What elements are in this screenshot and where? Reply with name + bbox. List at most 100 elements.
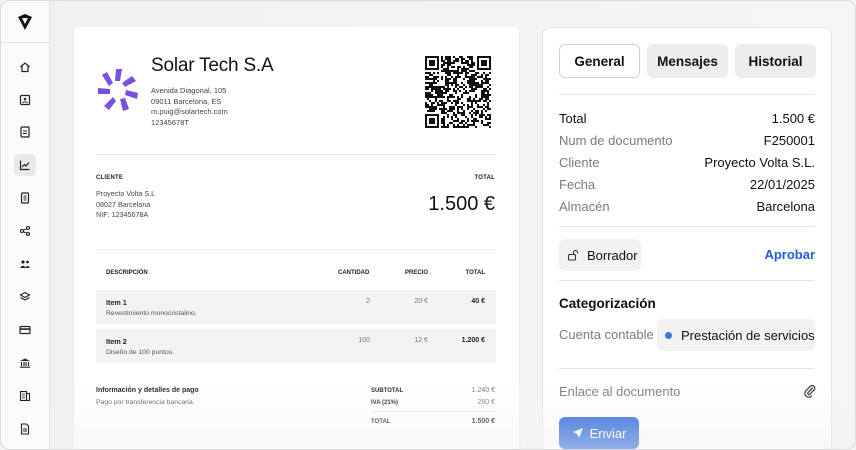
item-description: Diseño de 100 puntos. — [106, 349, 175, 356]
sidebar-item-invoices[interactable] — [14, 121, 36, 143]
company-logo — [98, 69, 138, 111]
company-address: Avenida Diagonal, 105 09011 Barcelona, E… — [151, 86, 228, 128]
payment-description: Pago por transferencia bancaria. — [96, 399, 195, 406]
detail-label: Total — [559, 111, 587, 126]
item-description: Revestimiento monocristalino. — [106, 310, 197, 317]
sidebar-item-contacts[interactable] — [14, 89, 36, 111]
invoice-preview: Solar Tech S.A Avenida Diagonal, 105 090… — [74, 27, 519, 449]
column-quantity: CANTIDAD — [338, 270, 370, 276]
company-name: Solar Tech S.A — [151, 55, 274, 76]
diamond-logo-icon[interactable] — [15, 12, 35, 32]
item-total: 1.200 € — [461, 337, 485, 344]
file-icon — [20, 423, 30, 435]
tab-historial[interactable]: Historial — [735, 44, 816, 78]
status-label: Borrador — [587, 247, 638, 263]
unlock-icon — [567, 249, 579, 261]
company-email: m.puig@solartech.com — [151, 107, 228, 116]
tax-label: IVA (21%) — [371, 400, 399, 406]
sidebar-divider — [1, 42, 50, 43]
tab-mensajes[interactable]: Mensajes — [647, 44, 728, 78]
sidebar-item-accounting[interactable] — [14, 385, 36, 407]
send-icon — [572, 428, 583, 438]
client-name: Proyecto Volta S.L — [96, 189, 156, 198]
sidebar-item-home[interactable] — [14, 56, 36, 78]
divider — [371, 411, 496, 412]
detail-value: 22/01/2025 — [749, 177, 815, 192]
sidebar-item-integrations[interactable] — [14, 220, 36, 242]
document-details-panel: General Mensajes Historial Total 1.500 €… — [542, 27, 832, 449]
sidebar-item-analytics[interactable] — [14, 154, 36, 176]
subtotal-label: SUBTOTAL — [371, 388, 404, 394]
contact-card-icon — [19, 94, 31, 106]
detail-label: Fecha — [559, 177, 596, 192]
payment-title: Información y detalles de pago — [96, 387, 199, 394]
categorization-title: Categorización — [559, 296, 656, 311]
sidebar — [1, 1, 50, 449]
detail-value: Barcelona — [756, 199, 815, 214]
client-city: 08027 Barcelona — [96, 199, 151, 209]
share-nodes-icon — [19, 225, 31, 237]
item-total: 40 € — [471, 298, 485, 305]
detail-value: F250001 — [763, 133, 815, 148]
detail-value: Proyecto Volta S.L. — [704, 155, 815, 170]
table-row — [96, 290, 496, 324]
column-price: PRECIO — [405, 270, 429, 276]
report-icon — [20, 192, 30, 204]
detail-value: 1.500 € — [771, 111, 815, 126]
document-dollar-icon — [20, 126, 30, 138]
divider — [96, 154, 496, 155]
item-quantity: 100 — [358, 337, 370, 344]
divider — [559, 280, 815, 281]
detail-label: Cliente — [559, 155, 600, 170]
account-value: Prestación de servicios — [681, 327, 815, 343]
users-icon — [20, 260, 30, 268]
column-description: DESCRIPCIÓN — [106, 270, 148, 276]
layers-icon — [19, 291, 31, 301]
category-dot-icon — [665, 331, 672, 339]
paperclip-icon[interactable] — [803, 384, 817, 398]
approve-link[interactable]: Aprobar — [764, 247, 815, 262]
tab-general[interactable]: General — [559, 44, 640, 78]
chart-line-icon — [19, 160, 30, 171]
summary-total-value: 1.500 € — [471, 418, 495, 425]
qr-code — [425, 56, 491, 128]
divider — [559, 368, 815, 369]
detail-label: Almacén — [559, 199, 610, 214]
divider — [559, 94, 815, 95]
sidebar-item-payments[interactable] — [14, 319, 36, 341]
summary-total-label: TOTAL — [371, 419, 391, 425]
bank-icon — [20, 358, 30, 368]
document-link-label: Enlace al documento — [559, 384, 681, 399]
client-nif: NIF: 12345678A — [96, 210, 149, 219]
client-label: CLIENTE — [96, 175, 124, 181]
send-label: Enviar — [589, 425, 627, 441]
table-row — [96, 329, 496, 363]
sidebar-item-banking[interactable] — [14, 352, 36, 374]
item-name: Item 2 — [106, 337, 127, 346]
status-badge[interactable]: Borrador — [559, 239, 641, 271]
send-button[interactable]: Enviar — [559, 417, 639, 449]
divider — [559, 226, 815, 227]
company-city-line: 09011 Barcelona, ES — [151, 96, 222, 106]
company-address-line: Avenida Diagonal, 105 — [151, 86, 227, 95]
item-price: 12 € — [414, 337, 428, 344]
total-label: TOTAL — [474, 175, 495, 181]
divider — [96, 249, 496, 250]
sidebar-item-team[interactable] — [14, 253, 36, 275]
sidebar-item-inventory[interactable] — [14, 286, 36, 308]
home-icon — [20, 62, 30, 73]
item-name: Item 1 — [106, 298, 127, 307]
total-amount: 1.500 € — [428, 193, 495, 215]
ledger-icon — [19, 390, 31, 402]
account-label: Cuenta contable — [559, 327, 654, 342]
column-total: TOTAL — [465, 270, 485, 276]
detail-label: Num de documento — [559, 133, 673, 148]
account-select[interactable]: Prestación de servicios — [657, 319, 815, 351]
sidebar-item-reports[interactable] — [14, 187, 36, 209]
sidebar-item-documents[interactable] — [14, 418, 36, 440]
subtotal-value: 1.240 € — [471, 387, 495, 394]
item-quantity: 2 — [366, 298, 370, 305]
card-icon — [19, 325, 31, 335]
company-tax-id: 12345678T — [151, 117, 189, 127]
tax-value: 260 € — [477, 399, 495, 406]
